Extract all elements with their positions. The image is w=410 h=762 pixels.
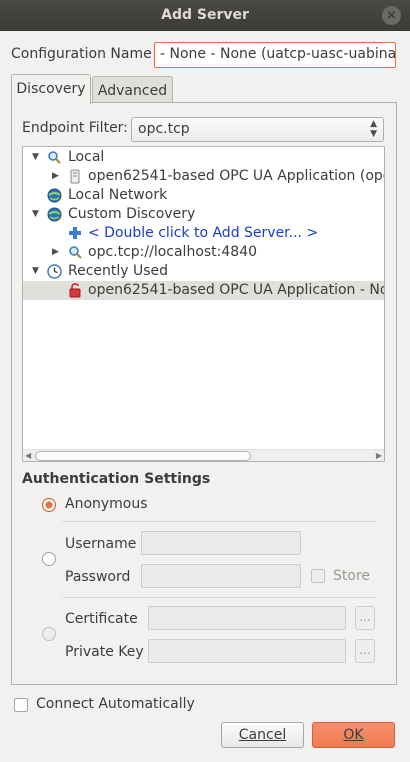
private-key-field[interactable]	[148, 639, 346, 663]
network-icon	[47, 207, 62, 222]
collapsed-arrow-icon[interactable]: ▶	[52, 243, 59, 262]
close-button[interactable]: ×	[382, 6, 401, 25]
tree-row-label: open62541-based OPC UA Application - Non…	[88, 282, 384, 298]
certificate-label: Certificate	[65, 611, 138, 627]
tree-row-recent-server[interactable]: open62541-based OPC UA Application - Non…	[23, 281, 384, 300]
private-key-browse-button[interactable]: ...	[355, 639, 375, 663]
expanded-arrow-icon[interactable]: ▼	[32, 148, 39, 167]
certificate-field[interactable]	[148, 606, 346, 630]
password-label: Password	[65, 569, 131, 585]
username-password-radio[interactable]	[42, 552, 56, 566]
anonymous-label: Anonymous	[65, 496, 148, 512]
tree-row-localhost[interactable]: ▶ opc.tcp://localhost:4840	[23, 243, 384, 262]
tree-row-label: Local Network	[68, 187, 168, 203]
expanded-arrow-icon[interactable]: ▼	[32, 205, 39, 224]
cancel-button[interactable]: Cancel	[221, 722, 304, 748]
add-icon	[69, 227, 81, 239]
certificate-browse-button[interactable]: ...	[355, 606, 375, 630]
search-icon	[48, 151, 61, 164]
connect-automatically-label: Connect Automatically	[36, 696, 195, 712]
window-title: Add Server	[161, 7, 249, 23]
tree-row-label: Custom Discovery	[68, 206, 196, 222]
store-checkbox[interactable]	[311, 569, 325, 583]
server-icon	[70, 169, 80, 184]
configuration-name-label: Configuration Name	[11, 46, 152, 62]
scrollbar-thumb[interactable]	[35, 451, 251, 461]
combo-arrows-icon: ▲ ▼	[370, 119, 377, 139]
tree-row-add-server[interactable]: < Double click to Add Server... >	[23, 224, 384, 243]
endpoint-filter-value: opc.tcp	[138, 121, 190, 137]
password-field[interactable]	[141, 564, 301, 588]
tab-discovery[interactable]: Discovery	[11, 74, 91, 104]
anonymous-radio[interactable]	[42, 498, 56, 512]
separator	[62, 521, 376, 522]
scroll-right-icon[interactable]: ▶	[376, 450, 382, 462]
endpoint-filter-label: Endpoint Filter:	[22, 120, 128, 136]
search-icon	[69, 246, 82, 259]
tree-row-local-server[interactable]: ▶ open62541-based OPC UA Application (op…	[23, 167, 385, 186]
close-icon: ×	[386, 8, 397, 23]
collapsed-arrow-icon[interactable]: ▶	[52, 167, 59, 186]
tree-row-custom-discovery[interactable]: ▼ Custom Discovery	[23, 205, 384, 224]
ok-label: OK	[343, 727, 364, 743]
authentication-settings-heading: Authentication Settings	[22, 471, 211, 487]
tree-row-recently-used[interactable]: ▼ Recently Used	[23, 262, 384, 281]
unlock-icon	[69, 283, 81, 298]
username-label: Username	[65, 536, 137, 552]
username-field[interactable]	[141, 531, 301, 555]
tree-row-label: open62541-based OPC UA Application (opc.…	[88, 168, 385, 184]
cancel-label: Cancel	[238, 727, 287, 743]
tree-row-local-network[interactable]: Local Network	[23, 186, 384, 205]
tree-row-label: opc.tcp://localhost:4840	[88, 244, 258, 260]
store-label: Store	[333, 568, 371, 584]
tree-row-label: < Double click to Add Server... >	[88, 225, 319, 241]
tree-horizontal-scrollbar[interactable]: ◀ ▶	[23, 449, 384, 461]
tab-advanced[interactable]: Advanced	[92, 76, 173, 104]
private-key-label: Private Key	[65, 644, 144, 660]
connect-automatically-checkbox[interactable]	[14, 698, 28, 712]
expanded-arrow-icon[interactable]: ▼	[32, 262, 39, 281]
separator	[62, 597, 376, 598]
title-bar: Add Server ×	[0, 0, 410, 31]
endpoint-filter-select[interactable]: opc.tcp ▲ ▼	[131, 117, 384, 142]
configuration-name-input[interactable]: - None - None (uatcp-uasc-uabinary)	[154, 42, 396, 68]
server-tree[interactable]: ▼ Local ▶ open62541-based OPC UA Applica…	[22, 146, 385, 462]
tree-row-label: Recently Used	[68, 263, 169, 279]
network-icon	[47, 188, 62, 203]
ok-button[interactable]: OK	[312, 722, 395, 748]
tree-row-local[interactable]: ▼ Local	[23, 148, 384, 167]
tree-row-label: Local	[68, 149, 105, 165]
scroll-left-icon[interactable]: ◀	[25, 450, 31, 462]
certificate-radio[interactable]	[42, 627, 56, 641]
clock-icon	[47, 264, 62, 279]
